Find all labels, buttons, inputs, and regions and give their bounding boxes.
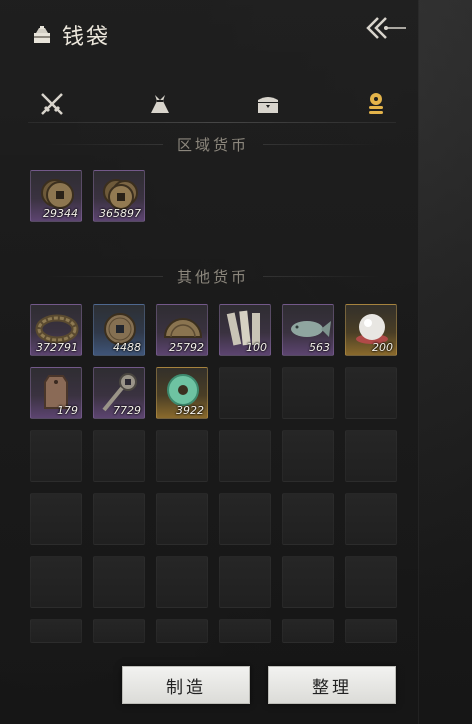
tab-materials[interactable] — [140, 84, 180, 124]
empty-slot[interactable] — [219, 619, 271, 643]
empty-slot[interactable] — [30, 430, 82, 482]
empty-slot[interactable] — [156, 619, 208, 643]
item-quantity: 200 — [372, 341, 393, 354]
empty-slot[interactable] — [93, 556, 145, 608]
item-quantity: 4488 — [113, 341, 141, 354]
empty-slot[interactable] — [219, 367, 271, 419]
empty-slot[interactable] — [93, 493, 145, 545]
item-quantity: 29344 — [43, 207, 78, 220]
empty-slot[interactable] — [282, 430, 334, 482]
panel-header: 钱袋 — [30, 18, 110, 52]
empty-slot[interactable] — [282, 367, 334, 419]
wallet-panel: 钱袋 区域货币 29344 365897 其他货币 372791 4488 25… — [0, 0, 419, 724]
empty-slot[interactable] — [282, 556, 334, 608]
empty-slot[interactable] — [345, 493, 397, 545]
empty-slot[interactable] — [345, 619, 397, 643]
item-quantity: 365897 — [99, 207, 141, 220]
empty-slot[interactable] — [282, 619, 334, 643]
empty-slot[interactable] — [156, 556, 208, 608]
craft-button[interactable]: 制造 — [122, 666, 250, 704]
empty-slot[interactable] — [219, 430, 271, 482]
page-title: 钱袋 — [62, 25, 111, 50]
chest-icon — [258, 97, 278, 113]
coin-stack-icon — [369, 93, 383, 114]
section-title-regional: 区域货币 — [30, 133, 396, 155]
item-slot[interactable]: 179 — [30, 367, 82, 419]
item-slot[interactable]: 563 — [282, 304, 334, 356]
item-slot[interactable]: 29344 — [30, 170, 82, 222]
item-quantity: 372791 — [36, 341, 78, 354]
item-slot[interactable]: 25792 — [156, 304, 208, 356]
section-title-other: 其他货币 — [30, 265, 396, 287]
empty-slot[interactable] — [93, 430, 145, 482]
item-slot[interactable]: 100 — [219, 304, 271, 356]
empty-slot[interactable] — [30, 619, 82, 643]
empty-slot[interactable] — [156, 430, 208, 482]
cloth-bundle-icon — [151, 95, 169, 113]
empty-slot[interactable] — [219, 493, 271, 545]
category-tabs — [28, 84, 398, 124]
item-slot[interactable]: 7729 — [93, 367, 145, 419]
empty-slot[interactable] — [345, 556, 397, 608]
empty-slot[interactable] — [30, 556, 82, 608]
empty-slot[interactable] — [93, 619, 145, 643]
item-quantity: 179 — [57, 404, 78, 417]
empty-slot[interactable] — [156, 493, 208, 545]
empty-slot[interactable] — [30, 493, 82, 545]
item-quantity: 100 — [246, 341, 267, 354]
item-slot[interactable]: 365897 — [93, 170, 145, 222]
tab-currency[interactable] — [356, 84, 396, 124]
item-quantity: 3922 — [176, 404, 204, 417]
item-slot[interactable]: 200 — [345, 304, 397, 356]
crossed-swords-icon — [41, 93, 63, 115]
back-button[interactable] — [360, 12, 410, 44]
empty-slot[interactable] — [345, 367, 397, 419]
empty-slot[interactable] — [345, 430, 397, 482]
tab-equipment[interactable] — [32, 84, 72, 124]
item-slot[interactable]: 372791 — [30, 304, 82, 356]
item-slot[interactable]: 3922 — [156, 367, 208, 419]
money-bag-icon — [34, 26, 50, 43]
empty-slot[interactable] — [219, 556, 271, 608]
item-quantity: 563 — [309, 341, 330, 354]
item-quantity: 25792 — [169, 341, 204, 354]
tab-storage[interactable] — [248, 84, 288, 124]
item-slot[interactable]: 4488 — [93, 304, 145, 356]
sort-button[interactable]: 整理 — [268, 666, 396, 704]
item-quantity: 7729 — [113, 404, 141, 417]
empty-slot[interactable] — [282, 493, 334, 545]
tabs-divider — [28, 122, 396, 123]
